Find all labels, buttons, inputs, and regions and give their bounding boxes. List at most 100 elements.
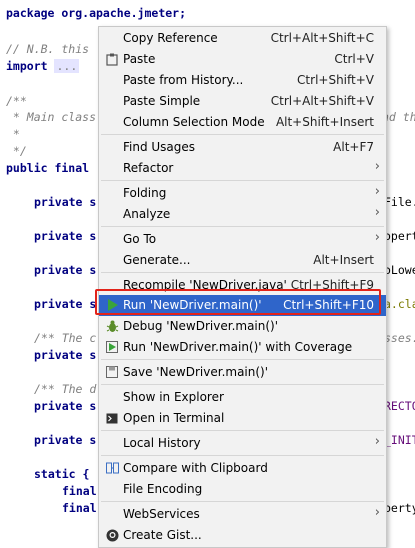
code-final-1: final [62,484,97,498]
run-highlight-annotation [95,289,381,315]
compare-icon [105,461,119,475]
menu-label: Debug 'NewDriver.main()' [123,319,279,333]
chevron-right-icon: › [374,159,380,174]
code-field-6: private s [34,399,97,413]
menu-shortcut: Ctrl+Alt+Shift+V [270,94,374,108]
menu-separator [101,134,384,135]
menu-separator [101,455,384,456]
menu-shortcut: Alt+F7 [333,140,374,154]
code-line-comment: // N.B. this [6,42,90,56]
menu-debug[interactable]: Debug 'NewDriver.main()' [99,316,386,337]
menu-label: Create Gist... [123,528,202,542]
menu-label: Compare with Clipboard [123,461,268,475]
menu-file-encoding[interactable]: File Encoding [99,479,386,500]
code-static-block: static { [34,467,90,481]
menu-run-with-coverage[interactable]: Run 'NewDriver.main()' with Coverage [99,337,386,358]
chevron-right-icon: › [374,184,380,199]
code-line-doc-end: */ [6,144,27,158]
menu-go-to[interactable]: Go To › [99,229,386,250]
code-text: package org.apache.jmeter; [6,6,187,20]
menu-paste-from-history[interactable]: Paste from History... Ctrl+Shift+V [99,70,386,91]
code-line-package: package org.apache.jmeter; [6,6,186,20]
coverage-icon [105,340,119,354]
chevron-right-icon: › [374,434,380,449]
menu-label: Column Selection Mode [123,115,265,129]
code-field-3-right: oLowe [384,263,415,277]
terminal-icon [105,411,119,425]
menu-label: Copy Reference [123,31,218,45]
menu-label: Go To [123,232,157,246]
code-comment-1: /** The c [34,331,97,345]
code-field-2-right: opert [384,229,415,243]
code-field-6-right: RECTO [384,399,415,413]
import-fold[interactable]: ... [54,59,80,73]
menu-shortcut: Alt+Shift+Insert [275,115,374,129]
code-line-class: public final [6,161,90,175]
menu-copy-reference[interactable]: Copy Reference Ctrl+Alt+Shift+C [99,28,386,49]
menu-shortcut: Ctrl+Alt+Shift+C [270,31,374,45]
menu-shortcut: Ctrl+V [334,52,374,66]
code-field-1: private s [34,195,97,209]
menu-label: Paste from History... [123,73,244,87]
menu-analyze[interactable]: Analyze › [99,204,386,225]
menu-refactor[interactable]: Refactor › [99,158,386,179]
menu-label: Save 'NewDriver.main()' [123,365,269,379]
menu-label: Local History [123,436,201,450]
menu-label: WebServices [123,507,200,521]
menu-generate[interactable]: Generate... Alt+Insert [99,250,386,271]
menu-compare-with-clipboard[interactable]: Compare with Clipboard [99,458,386,479]
menu-column-selection-mode[interactable]: Column Selection Mode Alt+Shift+Insert [99,112,386,133]
menu-label: Show in Explorer [123,390,224,404]
chevron-right-icon: › [374,505,380,520]
code-comment-1-right: sses. [384,331,415,345]
save-config-icon [105,365,119,379]
menu-shortcut: Alt+Insert [313,253,374,267]
menu-shortcut: Ctrl+Shift+V [297,73,374,87]
menu-open-in-terminal[interactable]: Open in Terminal [99,408,386,429]
menu-create-gist[interactable]: Create Gist... [99,525,386,546]
editor-context-menu: Copy Reference Ctrl+Alt+Shift+C Paste Ct… [98,26,387,548]
menu-separator [101,430,384,431]
code-field-3: private s [34,263,97,277]
menu-label: Generate... [123,253,191,267]
menu-save-configuration[interactable]: Save 'NewDriver.main()' [99,362,386,383]
code-final-2: final [62,501,97,515]
menu-label: Find Usages [123,140,196,154]
menu-label: Run 'NewDriver.main()' with Coverage [123,340,353,354]
menu-label: Analyze [123,207,171,221]
menu-separator [101,359,384,360]
menu-label: Paste [123,52,156,66]
code-line-doc-star: * [6,127,20,141]
menu-label: File Encoding [123,482,203,496]
github-icon [105,528,119,542]
code-field-4-right: a.cla [384,297,415,311]
code-line-import: import ... [6,59,80,73]
menu-find-usages[interactable]: Find Usages Alt+F7 [99,137,386,158]
code-final-2-right: perty [384,501,415,515]
code-field-7-right: _INIT [384,433,415,447]
import-keyword: import [6,59,48,73]
menu-separator [101,180,384,181]
menu-local-history[interactable]: Local History › [99,433,386,454]
menu-separator [101,226,384,227]
debug-bug-icon [105,319,119,333]
menu-label: Open in Terminal [123,411,225,425]
menu-folding[interactable]: Folding › [99,183,386,204]
code-field-2: private s [34,229,97,243]
menu-label: Refactor [123,161,174,175]
menu-label: Folding [123,186,167,200]
menu-separator [101,272,384,273]
menu-separator [101,384,384,385]
code-field-1-right: File. [384,195,415,209]
menu-webservices[interactable]: WebServices › [99,504,386,525]
menu-separator [101,501,384,502]
code-line-doc-start: /** [6,94,27,108]
clipboard-icon [105,52,119,66]
menu-paste[interactable]: Paste Ctrl+V [99,49,386,70]
menu-label: Paste Simple [123,94,201,108]
menu-paste-simple[interactable]: Paste Simple Ctrl+Alt+Shift+V [99,91,386,112]
code-field-4: private s [34,297,97,311]
chevron-right-icon: › [374,230,380,245]
chevron-right-icon: › [374,205,380,220]
menu-show-in-explorer[interactable]: Show in Explorer [99,387,386,408]
